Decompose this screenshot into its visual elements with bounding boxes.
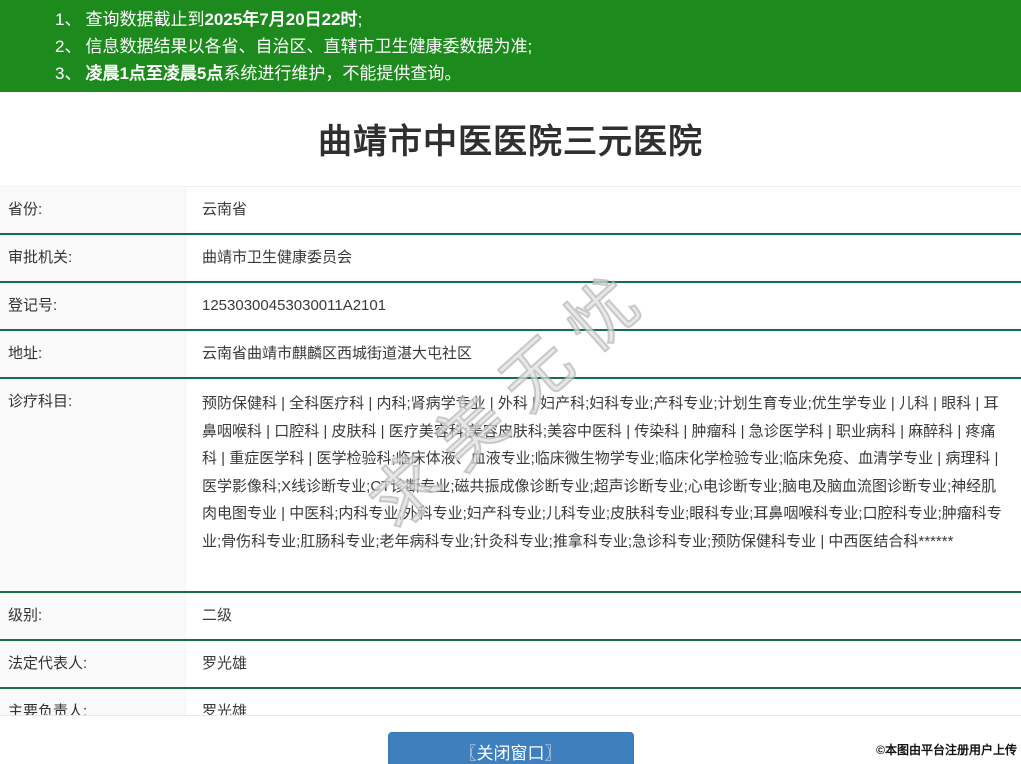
row-label-approval-authority: 审批机关: xyxy=(0,235,186,281)
notice-item-2-text: 信息数据结果以各省、自治区、直辖市卫生健康委数据为准; xyxy=(85,37,532,56)
row-label-departments: 诊疗科目: xyxy=(0,379,186,591)
table-row-legal-representative: 法定代表人: 罗光雄 xyxy=(0,641,1021,689)
upload-credit-text: ©本图由平台注册用户上传 xyxy=(876,743,1017,757)
notice-item-1-post: ; xyxy=(357,10,363,29)
notice-item-2-pre: 信息数据结果以各省、自治区、直辖市卫生健康委数据为准; xyxy=(85,37,533,56)
notice-item-2: 2、 信息数据结果以各省、自治区、直辖市卫生健康委数据为准; xyxy=(0,33,1021,60)
notice-item-1-text: 查询数据截止到2025年7月20日22时; xyxy=(85,10,362,29)
notice-item-3-number: 3、 xyxy=(55,64,82,83)
row-value-legal-representative: 罗光雄 xyxy=(202,655,248,672)
table-row-approval-authority: 审批机关: 曲靖市卫生健康委员会 xyxy=(0,235,1021,283)
table-row-registration-number: 登记号: 12530300453030011A2101 xyxy=(0,283,1021,331)
close-window-button[interactable]: 〖关闭窗口〗 xyxy=(387,732,634,764)
row-label-main-person-in-charge: 主要负责人: xyxy=(0,689,186,715)
row-value-main-person-in-charge: 罗光雄 xyxy=(202,703,248,716)
notice-banner: 1、 查询数据截止到2025年7月20日22时; 2、 信息数据结果以各省、自治区、… xyxy=(0,0,1021,92)
row-label-level: 级别: xyxy=(0,593,186,639)
query-result-page: 1、 查询数据截止到2025年7月20日22时; 2、 信息数据结果以各省、自治区、… xyxy=(0,0,1021,764)
notice-item-1-pre: 查询数据截止到 xyxy=(85,10,205,29)
notice-item-2-number: 2、 xyxy=(55,37,82,56)
row-value-province: 云南省 xyxy=(202,201,248,218)
notice-item-3-post: 系统进行维护，不能提供查询。 xyxy=(223,64,462,83)
row-value-approval-authority: 曲靖市卫生健康委员会 xyxy=(202,249,353,266)
row-label-address: 地址: xyxy=(0,331,186,377)
row-value-registration-number: 12530300453030011A2101 xyxy=(202,297,387,314)
row-value-address: 云南省曲靖市麒麟区西城街道湛大屯社区 xyxy=(202,345,473,362)
page-title: 曲靖市中医医院三元医院 xyxy=(318,123,703,161)
table-row-province: 省份: 云南省 xyxy=(0,187,1021,235)
notice-item-3-text: 凌晨1点至凌晨5点系统进行维护，不能提供查询。 xyxy=(85,64,461,83)
table-row-address: 地址: 云南省曲靖市麒麟区西城街道湛大屯社区 xyxy=(0,331,1021,379)
button-area: 〖关闭窗口〗 xyxy=(0,732,1021,764)
row-label-registration-number: 登记号: xyxy=(0,283,186,329)
row-value-level: 二级 xyxy=(202,607,233,624)
notice-item-1-number: 1、 xyxy=(55,10,82,29)
notice-item-1: 1、 查询数据截止到2025年7月20日22时; xyxy=(0,6,1021,33)
notice-item-3-bold: 凌晨1点至凌晨5点 xyxy=(85,64,224,83)
table-row-departments: 诊疗科目: 预防保健科 | 全科医疗科 | 内科;肾病学专业 | 外科 | 妇产… xyxy=(0,379,1021,593)
hospital-info-table: 省份: 云南省 审批机关: 曲靖市卫生健康委员会 登记号: 1253030045… xyxy=(0,186,1021,716)
row-label-legal-representative: 法定代表人: xyxy=(0,641,186,687)
table-row-main-person-in-charge: 主要负责人: 罗光雄 xyxy=(0,689,1021,716)
table-row-level: 级别: 二级 xyxy=(0,593,1021,641)
notice-item-3: 3、 凌晨1点至凌晨5点系统进行维护，不能提供查询。 xyxy=(0,60,1021,87)
row-value-departments: 预防保健科 | 全科医疗科 | 内科;肾病学专业 | 外科 | 妇产科;妇科专业… xyxy=(202,395,1002,550)
notice-item-1-bold: 2025年7月20日22时 xyxy=(204,10,358,29)
row-label-province: 省份: xyxy=(0,187,186,233)
